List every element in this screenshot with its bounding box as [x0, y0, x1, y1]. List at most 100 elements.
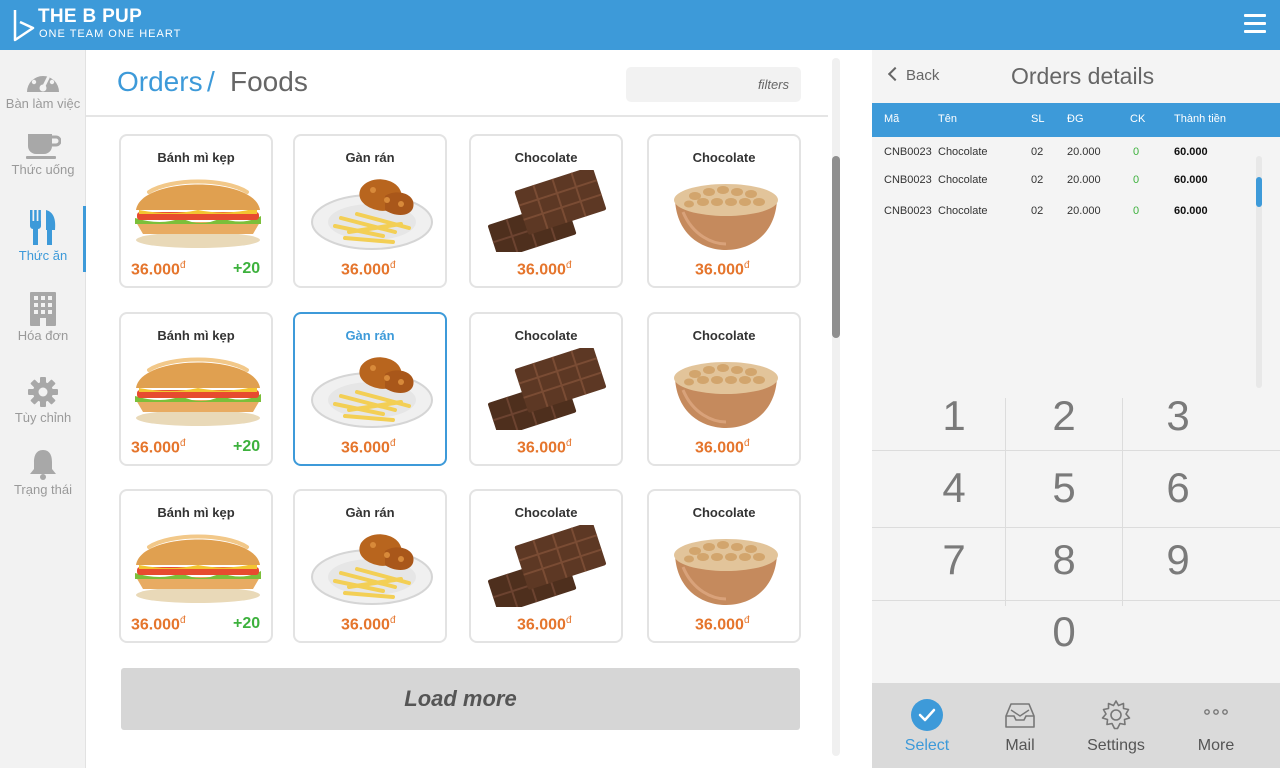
product-card[interactable]: Bánh mì kẹp 36.000đ +20 [119, 312, 273, 466]
product-card[interactable]: Gàn rán 36.000đ [293, 134, 447, 288]
breadcrumb-separator: / [207, 66, 215, 97]
product-card[interactable]: Chocolate 36.000đ [647, 489, 801, 643]
cell-dg: 20.000 [1067, 205, 1101, 217]
cell-sl: 02 [1031, 205, 1044, 217]
cell-ck: 0 [1133, 205, 1140, 217]
tab-settings[interactable]: Settings [1066, 683, 1166, 768]
sidebar-active-indicator [83, 206, 86, 272]
cell-sl: 02 [1031, 146, 1044, 158]
product-name: Bánh mì kẹp [157, 150, 235, 165]
cell-ma: CNB0023 [884, 146, 932, 158]
sidebar-item-thuc-an[interactable]: Thức ăn [0, 210, 86, 263]
building-icon [30, 292, 56, 326]
gear-icon [28, 377, 58, 407]
product-badge: +20 [233, 260, 261, 277]
sidebar-item-label: Tùy chỉnh [14, 410, 72, 425]
product-name: Gàn rán [345, 505, 395, 520]
chocolate-image [488, 170, 607, 252]
keypad-key-6[interactable]: 6 [1123, 452, 1233, 524]
column-header-dg: ĐG [1067, 113, 1084, 125]
keypad-key-7[interactable]: 7 [894, 524, 1014, 596]
tab-label: Mail [1005, 737, 1035, 754]
cell-ten: Chocolate [938, 146, 988, 158]
keypad-key-4[interactable]: 4 [894, 452, 1014, 524]
product-card[interactable]: Chocolate 36.000đ [647, 134, 801, 288]
column-header-thanh-tien: Thành tiền [1174, 113, 1226, 125]
product-price: 36.000đ [695, 438, 750, 457]
product-card[interactable]: Chocolate 36.000đ [469, 489, 623, 643]
product-price: 36.000đ [131, 260, 186, 279]
product-card[interactable]: Chocolate 36.000đ [469, 312, 623, 466]
tab-mail[interactable]: Mail [970, 683, 1070, 768]
back-button[interactable]: Back [887, 66, 960, 91]
cell-ck: 0 [1133, 146, 1140, 158]
sidebar-item-ban-lam-viec[interactable]: Bàn làm việc [0, 64, 86, 111]
fried-chicken-image [311, 534, 433, 605]
product-price: 36.000đ [517, 260, 572, 279]
inbox-icon [1005, 703, 1035, 728]
load-more-button[interactable]: Load more [121, 668, 800, 730]
peanuts-image [674, 362, 778, 428]
sidebar-item-thuc-uong[interactable]: Thức uống [0, 132, 86, 177]
table-row[interactable]: CNB0023 Chocolate 02 20.000 0 60.000 [872, 202, 1252, 222]
column-header-ma: Mã [884, 113, 900, 125]
sandwich-image [135, 534, 261, 603]
sandwich-image [135, 357, 261, 426]
peanuts-image [674, 539, 778, 605]
product-card[interactable]: Chocolate 36.000đ [469, 134, 623, 288]
sidebar: Bàn làm việc Thức uống Thức ăn Hóa đơn T… [0, 50, 86, 768]
bell-icon [30, 450, 56, 480]
more-icon [1204, 709, 1228, 715]
product-name: Gàn rán [345, 150, 395, 165]
filters-input[interactable] [626, 67, 801, 102]
keypad-key-0[interactable]: 0 [1006, 596, 1122, 668]
product-name: Bánh mì kẹp [157, 328, 235, 343]
column-header-sl: SL [1031, 113, 1045, 125]
tab-select[interactable]: Select [877, 683, 977, 768]
cell-ck: 0 [1133, 174, 1140, 186]
cell-thanh-tien: 60.000 [1174, 146, 1208, 158]
main-scrollbar-thumb[interactable] [832, 156, 840, 338]
keypad-key-8[interactable]: 8 [1006, 524, 1122, 596]
product-card[interactable]: Chocolate 36.000đ [647, 312, 801, 466]
fork-knife-icon [30, 210, 56, 245]
order-details-title: Orders details [1011, 63, 1155, 89]
product-price: 36.000đ [341, 438, 396, 457]
product-name: Chocolate [514, 150, 578, 165]
cell-ten: Chocolate [938, 174, 988, 186]
product-name: Bánh mì kẹp [157, 505, 235, 520]
product-name: Gàn rán [345, 328, 395, 343]
keypad-key-3[interactable]: 3 [1123, 380, 1233, 452]
back-label: Back [906, 67, 940, 84]
keypad-key-2[interactable]: 2 [1006, 380, 1122, 452]
keypad-key-9[interactable]: 9 [1123, 524, 1233, 596]
tab-label: Settings [1087, 737, 1145, 754]
product-card[interactable]: Bánh mì kẹp 36.000đ +20 [119, 134, 273, 288]
table-row[interactable]: CNB0023 Chocolate 02 20.000 0 60.000 [872, 171, 1252, 191]
product-name: Chocolate [692, 505, 756, 520]
hamburger-menu-icon[interactable] [1244, 14, 1266, 34]
tab-more[interactable]: More [1166, 683, 1266, 768]
keypad-key-5[interactable]: 5 [1006, 452, 1122, 524]
product-name: Chocolate [692, 150, 756, 165]
table-scrollbar-thumb[interactable] [1256, 177, 1262, 207]
product-name: Chocolate [692, 328, 756, 343]
column-header-ck: CK [1130, 113, 1146, 125]
product-price: 36.000đ [131, 615, 186, 634]
sidebar-item-tuy-chinh[interactable]: Tùy chỉnh [0, 376, 86, 425]
cell-ma: CNB0023 [884, 205, 932, 217]
sidebar-item-label: Thức ăn [18, 248, 68, 263]
tab-label: More [1197, 737, 1235, 754]
product-card[interactable]: Bánh mì kẹp 36.000đ +20 [119, 489, 273, 643]
cell-thanh-tien: 60.000 [1174, 174, 1208, 186]
product-name: Chocolate [514, 328, 578, 343]
table-row[interactable]: CNB0023 Chocolate 02 20.000 0 60.000 [872, 143, 1252, 163]
breadcrumb-orders-link[interactable]: Orders [117, 66, 203, 98]
bottom-tab-bar: Select Mail Settings More [872, 683, 1280, 768]
product-card[interactable]: Gàn rán 36.000đ [293, 489, 447, 643]
keypad-key-1[interactable]: 1 [894, 380, 1014, 452]
sidebar-item-hoa-don[interactable]: Hóa đơn [0, 292, 86, 343]
product-card[interactable]: Gàn rán 36.000đ [293, 312, 447, 466]
sidebar-item-trang-thai[interactable]: Trạng thái [0, 448, 86, 497]
page-header: Orders / Foods [86, 50, 828, 117]
